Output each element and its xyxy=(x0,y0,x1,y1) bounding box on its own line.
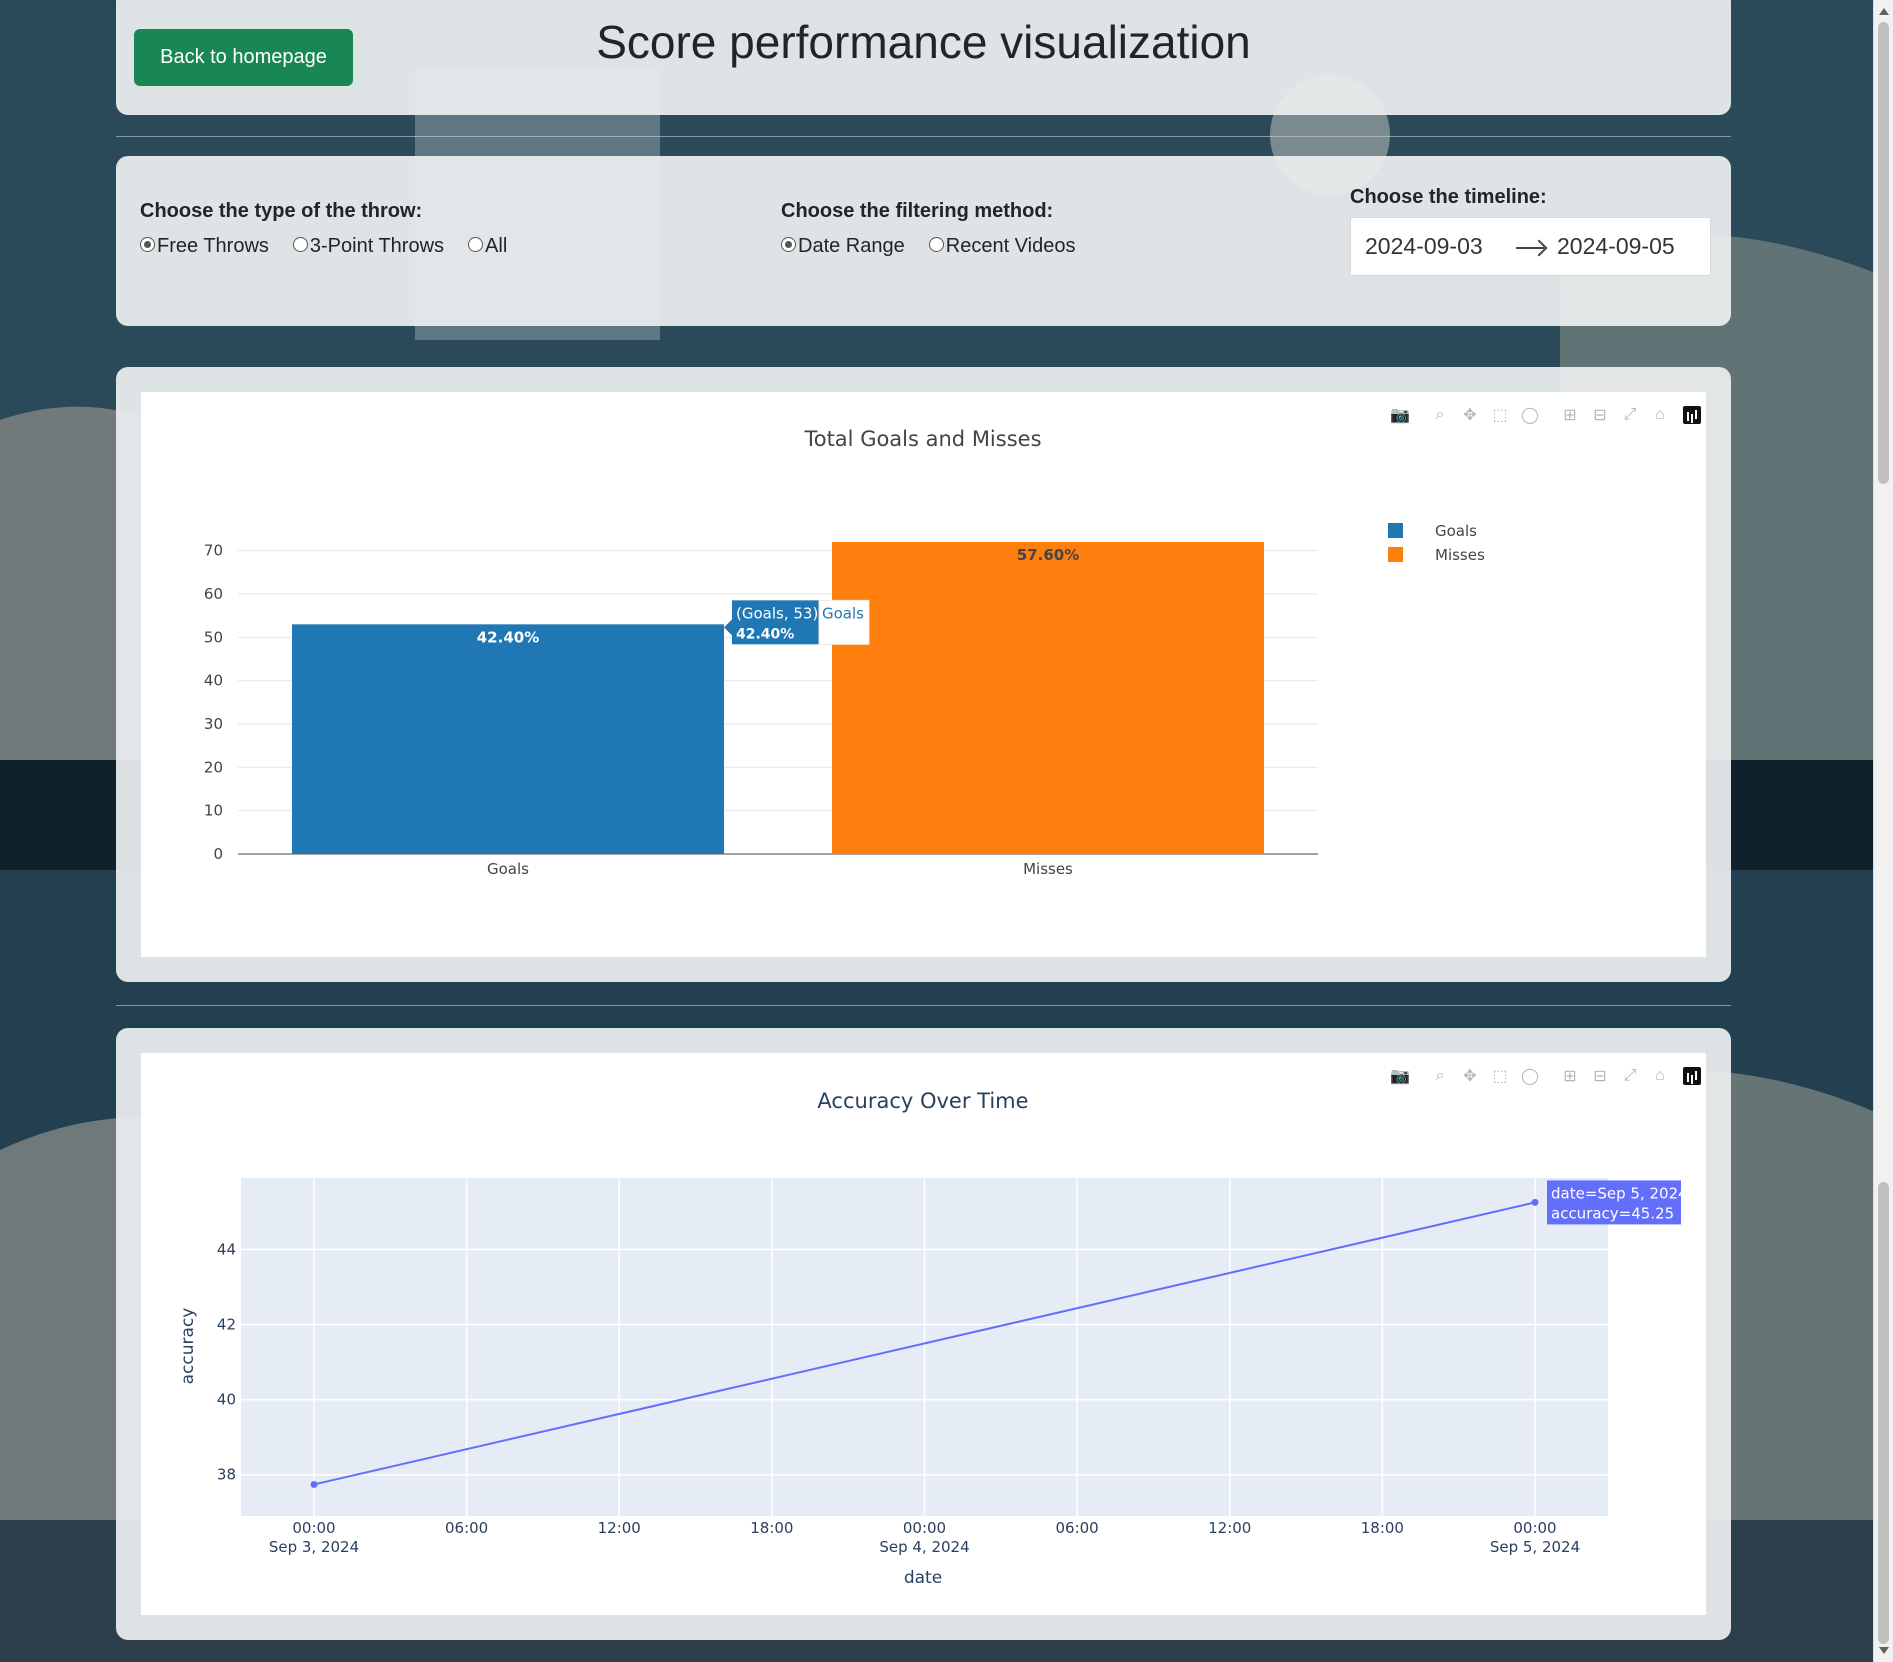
goals-misses-plot[interactable]: 📷 ⌕ ✥ ⬚ ◯ ⊞ ⊟ ⤢ ⌂ Total Goals and Misses… xyxy=(141,392,1706,957)
y-tick-label: 40 xyxy=(204,672,223,690)
y-tick-label: 38 xyxy=(217,1466,236,1484)
back-to-homepage-button[interactable]: Back to homepage xyxy=(134,29,353,86)
legend-swatch xyxy=(1388,547,1403,562)
scroll-down-icon[interactable] xyxy=(1879,1647,1889,1654)
goals-misses-chart-panel: 📷 ⌕ ✥ ⬚ ◯ ⊞ ⊟ ⤢ ⌂ Total Goals and Misses… xyxy=(116,367,1731,982)
radio-recent-videos[interactable]: Recent Videos xyxy=(928,235,1076,258)
x-tick-label: 12:00 xyxy=(1208,1519,1251,1537)
page-scrollbar[interactable] xyxy=(1873,0,1893,1662)
start-date-input[interactable]: 2024-09-03 xyxy=(1365,233,1483,260)
x-tick-label: 06:00 xyxy=(1056,1519,1099,1537)
x-tick-label: Misses xyxy=(1023,860,1073,878)
divider xyxy=(116,1005,1731,1006)
scrollbar-thumb-secondary xyxy=(1878,1182,1889,1644)
x-tick-label: 18:00 xyxy=(1361,1519,1404,1537)
x-tick-label: 00:00 xyxy=(1513,1519,1556,1537)
tooltip-name: Goals xyxy=(822,604,864,622)
x-tick-label: 18:00 xyxy=(750,1519,793,1537)
bar-data-label: 57.60% xyxy=(1017,546,1079,564)
timeline-label: Choose the timeline: xyxy=(1350,186,1547,208)
y-tick-label: 42 xyxy=(217,1315,236,1333)
y-tick-label: 40 xyxy=(217,1391,236,1409)
y-tick-label: 30 xyxy=(204,715,223,733)
radio-label: All xyxy=(485,235,508,257)
throw-type-label: Choose the type of the throw: xyxy=(140,200,423,222)
data-point[interactable] xyxy=(310,1480,318,1488)
header-panel: Score performance visualization Back to … xyxy=(116,0,1731,115)
y-tick-label: 44 xyxy=(217,1240,236,1258)
accuracy-plot[interactable]: 📷 ⌕ ✥ ⬚ ◯ ⊞ ⊟ ⤢ ⌂ Accuracy Over Time dat… xyxy=(141,1053,1706,1615)
radio-label: Recent Videos xyxy=(945,235,1076,257)
accuracy-chart-panel: 📷 ⌕ ✥ ⬚ ◯ ⊞ ⊟ ⤢ ⌂ Accuracy Over Time dat… xyxy=(116,1028,1731,1640)
scroll-up-icon[interactable] xyxy=(1879,8,1889,15)
bar-misses[interactable] xyxy=(832,542,1264,854)
x-axis-label: date xyxy=(904,1568,942,1588)
date-range-picker[interactable]: 2024-09-03 2024-09-05 xyxy=(1350,217,1711,276)
data-point[interactable] xyxy=(1531,1198,1539,1206)
y-tick-label: 20 xyxy=(204,758,223,776)
scrollbar-thumb[interactable] xyxy=(1878,22,1889,484)
timeline-group: Choose the timeline: xyxy=(1350,186,1547,209)
y-tick-label: 60 xyxy=(204,585,223,603)
throw-type-group: Choose the type of the throw: Free Throw… xyxy=(140,200,507,258)
radio-label: 3-Point Throws xyxy=(309,235,445,257)
bar-chart-svg: Total Goals and Misses 0 10 20 30 40 50 60 70 42… xyxy=(204,427,1485,878)
x-tick-label: 12:00 xyxy=(598,1519,641,1537)
y-tick-label: 50 xyxy=(204,628,223,646)
bar-goals[interactable] xyxy=(292,624,724,854)
chart-title: Accuracy Over Time xyxy=(817,1089,1028,1113)
radio-free-throws[interactable]: Free Throws xyxy=(140,235,269,258)
x-tick-date-label: Sep 4, 2024 xyxy=(879,1538,969,1556)
radio-selected-icon[interactable] xyxy=(781,237,796,252)
radio-date-range[interactable]: Date Range xyxy=(781,235,905,258)
filter-method-group: Choose the filtering method: Date Range … xyxy=(781,200,1075,258)
page-title: Score performance visualization xyxy=(596,16,1251,68)
x-tick-label: 00:00 xyxy=(903,1519,946,1537)
radio-unselected-icon[interactable] xyxy=(292,237,308,252)
radio-label: Date Range xyxy=(798,235,905,257)
tooltip-text: date=Sep 5, 2024 xyxy=(1551,1184,1688,1202)
chart-title: Total Goals and Misses xyxy=(803,427,1041,451)
tooltip-text: accuracy=45.25 xyxy=(1551,1204,1674,1222)
controls-panel: Choose the type of the throw: Free Throw… xyxy=(116,156,1731,326)
tooltip-text: 42.40% xyxy=(736,626,794,642)
filter-method-label: Choose the filtering method: xyxy=(781,200,1054,222)
divider xyxy=(116,136,1731,137)
x-tick-label: 06:00 xyxy=(445,1519,488,1537)
x-tick-date-label: Sep 5, 2024 xyxy=(1490,1538,1580,1556)
radio-unselected-icon[interactable] xyxy=(468,237,484,252)
y-tick-label: 10 xyxy=(204,802,223,820)
arrow-right-icon xyxy=(1516,247,1544,249)
y-axis-label: accuracy xyxy=(178,1308,198,1385)
x-tick-label: Goals xyxy=(487,860,529,878)
tooltip-text: (Goals, 53) xyxy=(736,604,818,622)
y-tick-label: 0 xyxy=(213,845,223,863)
y-tick-label: 70 xyxy=(204,542,223,560)
legend-label: Misses xyxy=(1435,546,1485,564)
legend-label: Goals xyxy=(1435,522,1477,540)
radio-label: Free Throws xyxy=(157,235,269,257)
x-tick-label: 00:00 xyxy=(292,1519,335,1537)
bar-data-label: 42.40% xyxy=(477,628,539,646)
legend-swatch xyxy=(1388,523,1403,538)
radio-unselected-icon[interactable] xyxy=(928,237,944,252)
radio-selected-icon[interactable] xyxy=(140,237,155,252)
end-date-input[interactable]: 2024-09-05 xyxy=(1557,233,1675,260)
radio-all[interactable]: All xyxy=(468,235,507,258)
line-chart-svg: Accuracy Over Time date accuracy 38 40 42 4… xyxy=(178,1089,1688,1588)
radio-3-point-throws[interactable]: 3-Point Throws xyxy=(292,235,445,258)
x-tick-date-label: Sep 3, 2024 xyxy=(269,1538,359,1556)
tooltip-pointer xyxy=(724,619,732,636)
